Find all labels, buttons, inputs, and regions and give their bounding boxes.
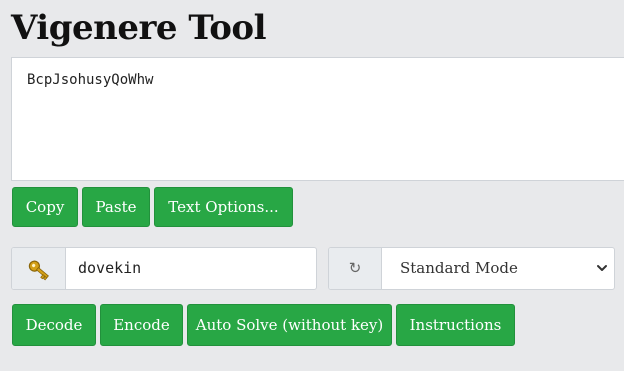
refresh-icon[interactable]: ↻	[329, 248, 382, 289]
cipher-text-value: BcpJsohusyQoWhw	[27, 72, 154, 88]
mode-input-group: ↻ Standard Mode	[328, 247, 615, 290]
key-input-group: dovekin	[11, 247, 317, 290]
encode-button[interactable]: Encode	[100, 304, 183, 346]
chevron-down-icon	[597, 265, 607, 271]
text-options-button[interactable]: Text Options...	[154, 187, 293, 227]
mode-select[interactable]: Standard Mode	[382, 248, 614, 289]
page-title: Vigenere Tool	[11, 8, 267, 48]
key-icon	[12, 248, 66, 289]
truncated-text-below	[64, 364, 234, 371]
auto-solve-button[interactable]: Auto Solve (without key)	[187, 304, 392, 346]
cipher-text-area[interactable]: BcpJsohusyQoWhw	[11, 57, 624, 181]
instructions-button[interactable]: Instructions	[396, 304, 515, 346]
decode-button[interactable]: Decode	[12, 304, 96, 346]
copy-button[interactable]: Copy	[12, 187, 78, 227]
key-field[interactable]: dovekin	[78, 248, 141, 289]
mode-selected-value: Standard Mode	[400, 259, 518, 277]
paste-button[interactable]: Paste	[82, 187, 150, 227]
